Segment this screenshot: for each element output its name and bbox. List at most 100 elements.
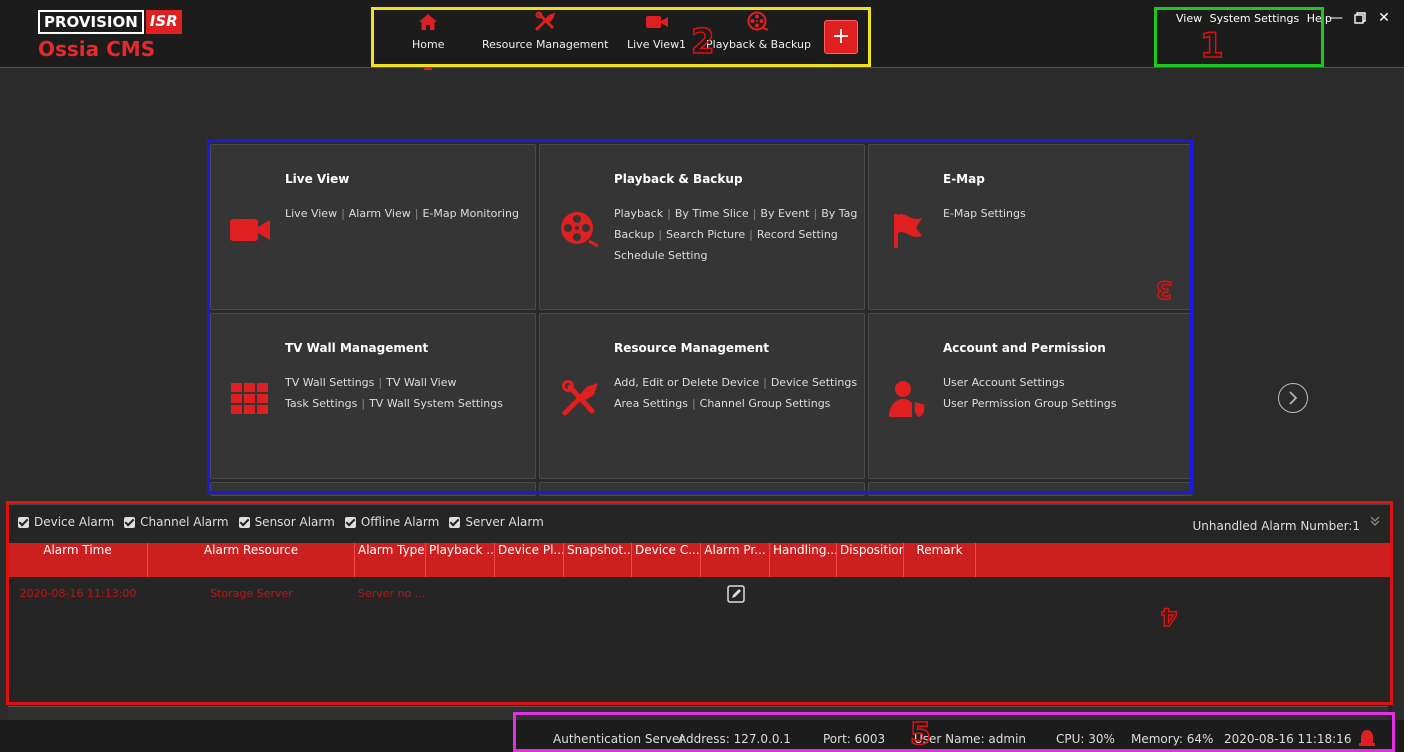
camera-icon: [230, 219, 270, 241]
cell-alarm-type: Server no ...: [358, 587, 426, 600]
column-alarm-time[interactable]: Alarm Time: [8, 543, 148, 577]
column-remark[interactable]: Remark: [904, 543, 976, 577]
restore-button[interactable]: [1350, 8, 1370, 28]
close-button[interactable]: ✕: [1374, 8, 1394, 28]
checkbox-checked-icon: [449, 516, 461, 528]
module-links: E-Map Settings: [943, 203, 1193, 224]
filter-label: Device Alarm: [34, 515, 115, 529]
nav-label: Playback & Backup: [706, 38, 811, 51]
filter-channel-alarm[interactable]: Channel Alarm: [124, 515, 229, 529]
logo: PROVISION ISR Ossia CMS: [38, 10, 182, 62]
film-reel-icon: [747, 11, 769, 31]
module-account-permission[interactable]: Account and Permission User Account Sett…: [868, 313, 1192, 479]
horizontal-scrollbar[interactable]: [8, 706, 1388, 720]
module-title: Playback & Backup: [614, 172, 743, 186]
column-device-capture[interactable]: Device C...: [632, 543, 701, 577]
column-device-playback[interactable]: Device Pl...: [495, 543, 564, 577]
tv-wall-icon: [231, 383, 268, 414]
camera-icon: [645, 16, 668, 28]
module-links: User Account Settings User Permission Gr…: [943, 372, 1193, 414]
next-page-button[interactable]: [1278, 383, 1308, 413]
nav-tab-live-view[interactable]: Live View1: [627, 8, 686, 64]
link-record-setting[interactable]: Record Setting: [757, 228, 838, 241]
module-partial[interactable]: [539, 482, 865, 496]
link-live-view[interactable]: Live View: [285, 207, 337, 220]
filter-sensor-alarm[interactable]: Sensor Alarm: [238, 515, 335, 529]
filter-server-alarm[interactable]: Server Alarm: [449, 515, 544, 529]
module-links: TV Wall Settings | TV Wall View Task Setti…: [285, 376, 503, 410]
link-playback[interactable]: Playback: [614, 207, 663, 220]
alarm-filters: Device Alarm Channel Alarm Sensor Alarm …: [18, 515, 554, 529]
column-alarm-type[interactable]: Alarm Type: [355, 543, 426, 577]
status-auth-server: Authentication Server: [553, 732, 685, 746]
minimize-icon: —: [1329, 10, 1343, 26]
checkbox-checked-icon: [344, 516, 356, 528]
filter-label: Channel Alarm: [140, 515, 229, 529]
link-by-time-slice[interactable]: By Time Slice: [675, 207, 749, 220]
module-tv-wall-management[interactable]: TV Wall Management TV Wall Settings | TV W…: [210, 313, 536, 479]
filter-label: Offline Alarm: [360, 515, 440, 529]
column-disposition[interactable]: Disposition: [837, 543, 904, 577]
filter-label: Server Alarm: [465, 515, 544, 529]
link-tv-wall-system-settings[interactable]: TV Wall System Settings: [369, 397, 503, 410]
column-handling[interactable]: Handling...: [770, 543, 837, 577]
module-partial[interactable]: [868, 482, 1192, 496]
column-alarm-resource[interactable]: Alarm Resource: [148, 543, 355, 577]
menu-view[interactable]: View: [1176, 12, 1202, 25]
link-user-permission-group-settings[interactable]: User Permission Group Settings: [943, 397, 1117, 410]
module-playback-backup[interactable]: Playback & Backup Playback | By Time Slice…: [539, 144, 865, 310]
collapse-panel-button[interactable]: [1366, 515, 1384, 533]
add-tab-button[interactable]: +: [824, 20, 858, 54]
link-emap-monitoring[interactable]: E-Map Monitoring: [422, 207, 518, 220]
module-title: E-Map: [943, 172, 985, 186]
link-alarm-view[interactable]: Alarm View: [349, 207, 411, 220]
module-title: Live View: [285, 172, 350, 186]
link-tv-wall-settings[interactable]: TV Wall Settings: [285, 376, 374, 389]
column-playback[interactable]: Playback ...: [426, 543, 495, 577]
edit-icon[interactable]: [726, 585, 745, 603]
status-bar: Authentication Server Address: 127.0.0.1…: [0, 720, 1404, 752]
user-shield-icon: [889, 381, 926, 419]
module-partial[interactable]: [210, 482, 536, 496]
cell-alarm-resource: Storage Server: [210, 587, 293, 600]
alarm-bell-button[interactable]: [1358, 728, 1376, 749]
top-bar: PROVISION ISR Ossia CMS Home Resource Ma…: [0, 0, 1404, 70]
nav-tab-resource-management[interactable]: Resource Management: [482, 8, 608, 64]
cell-alarm-process: [701, 583, 770, 605]
status-memory: Memory: 64%: [1131, 732, 1214, 746]
checkbox-checked-icon: [124, 516, 136, 528]
module-emap[interactable]: E-Map E-Map Settings: [868, 144, 1192, 310]
link-tv-wall-view[interactable]: TV Wall View: [386, 376, 456, 389]
link-schedule-setting[interactable]: Schedule Setting: [614, 249, 707, 262]
link-channel-group-settings[interactable]: Channel Group Settings: [700, 397, 831, 410]
column-alarm-process[interactable]: Alarm Pr...: [701, 543, 770, 577]
nav-label: Resource Management: [482, 38, 609, 51]
link-user-account-settings[interactable]: User Account Settings: [943, 376, 1065, 389]
nav-tab-home[interactable]: Home: [412, 8, 444, 70]
link-search-picture[interactable]: Search Picture: [666, 228, 745, 241]
link-by-tag[interactable]: By Tag: [821, 207, 857, 220]
column-snapshot[interactable]: Snapshot...: [564, 543, 632, 577]
menu-system-settings[interactable]: System Settings: [1210, 12, 1300, 25]
link-area-settings[interactable]: Area Settings: [614, 397, 688, 410]
nav-tab-playback-backup[interactable]: Playback & Backup: [706, 8, 811, 64]
link-by-event[interactable]: By Event: [760, 207, 809, 220]
module-live-view[interactable]: Live View Live View | Alarm View | E-Map Mon…: [210, 144, 536, 310]
restore-icon: [1354, 12, 1366, 24]
filter-label: Sensor Alarm: [254, 515, 335, 529]
close-icon: ✕: [1378, 10, 1390, 26]
minimize-button[interactable]: —: [1326, 8, 1346, 28]
filter-offline-alarm[interactable]: Offline Alarm: [344, 515, 440, 529]
status-datetime: 2020-08-16 11:18:16: [1224, 732, 1352, 746]
module-resource-management[interactable]: Resource Management Add, Edit or Delete …: [539, 313, 865, 479]
link-task-settings[interactable]: Task Settings: [285, 397, 357, 410]
link-emap-settings[interactable]: E-Map Settings: [943, 207, 1026, 220]
link-device-settings[interactable]: Device Settings: [771, 376, 857, 389]
link-backup[interactable]: Backup: [614, 228, 654, 241]
table-row[interactable]: 2020-08-16 11:13:00 Storage Server Serve…: [8, 583, 1392, 605]
alarm-panel: Device Alarm Channel Alarm Sensor Alarm …: [8, 504, 1392, 718]
link-add-edit-delete-device[interactable]: Add, Edit or Delete Device: [614, 376, 759, 389]
product-name: Ossia CMS: [38, 37, 156, 61]
alarm-light-icon: [1359, 730, 1375, 746]
filter-device-alarm[interactable]: Device Alarm: [18, 515, 114, 529]
